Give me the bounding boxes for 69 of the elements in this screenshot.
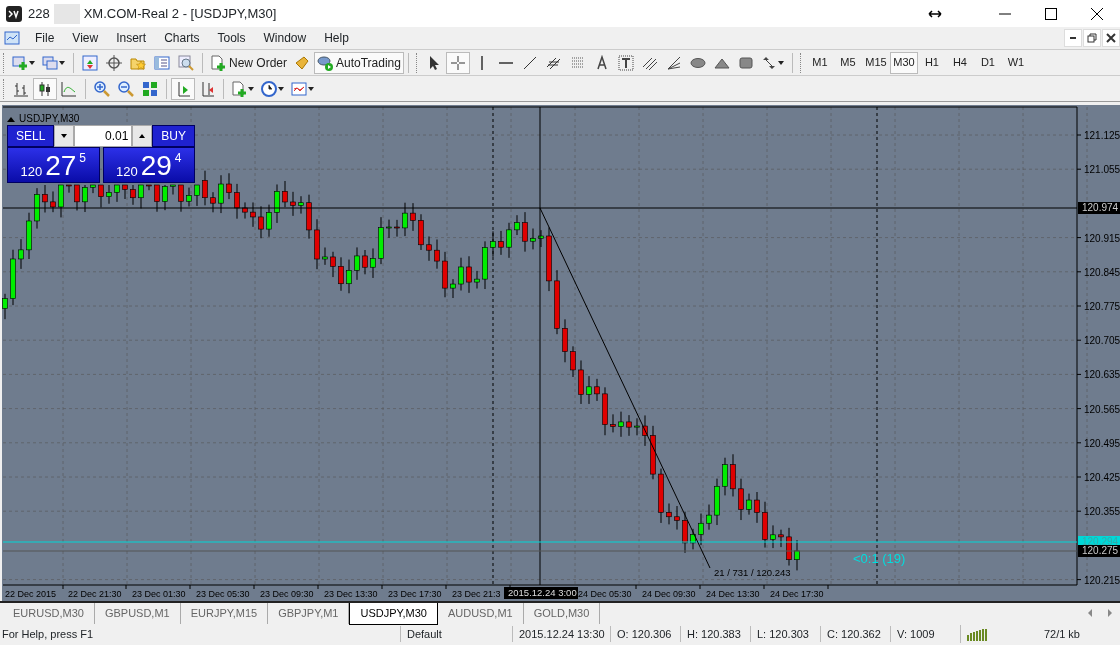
autotrading-button[interactable]: AutoTrading <box>314 51 404 74</box>
time-label: 23 Dec 09:30 <box>260 589 314 599</box>
time-label: 22 Dec 2015 <box>5 589 57 599</box>
bar-time: 2015.12.24 13:30 <box>512 625 610 643</box>
timeframe-button[interactable]: M1 <box>805 51 834 74</box>
time-label: 24 Dec 05:30 <box>578 589 632 599</box>
timeframe-button[interactable]: M30 <box>889 51 918 74</box>
price-point: 4 <box>174 150 182 167</box>
menu-item[interactable]: Tools <box>208 29 255 47</box>
price-big-figure: 120 <box>115 164 138 180</box>
price-label: 121.055 <box>1084 164 1120 176</box>
time-label: 24 Dec 09:30 <box>642 589 696 599</box>
chart-title: USDJPY,M30 <box>19 113 80 124</box>
buy-button[interactable]: BUY <box>152 125 196 147</box>
menu-item[interactable]: File <box>26 29 64 47</box>
price-label: 120.845 <box>1084 266 1120 278</box>
price-big-figure: 120 <box>20 164 43 180</box>
price-label: 120.355 <box>1084 506 1120 518</box>
menu-item[interactable]: Charts <box>155 29 209 47</box>
traffic-text: 72/1 kb <box>1042 626 1080 642</box>
sell-button[interactable]: SELL <box>7 125 55 147</box>
lot-input[interactable]: 0.01 <box>74 125 133 147</box>
price-label: 120.495 <box>1084 437 1120 449</box>
timeframe-button[interactable]: M15 <box>861 51 890 74</box>
menu-item[interactable]: Insert <box>107 29 156 47</box>
time-label: 23 Dec 01:30 <box>132 589 186 599</box>
price-label: 120.775 <box>1084 301 1120 312</box>
price-label: 121.125 <box>1084 130 1120 141</box>
menu-item[interactable]: Window <box>254 29 316 47</box>
low-price: L: 120.303 <box>750 625 820 643</box>
time-label: 23 Dec 13:30 <box>324 589 378 599</box>
price-marker: 120.294 <box>1078 536 1120 548</box>
time-label: 24 Dec 17:30 <box>770 589 824 599</box>
time-label: 22 Dec 21:30 <box>68 589 122 599</box>
open-price: O: 120.306 <box>610 625 680 643</box>
menu-item[interactable]: Help <box>315 29 358 47</box>
price-label: 120.215 <box>1084 574 1120 586</box>
account-number: 228 <box>28 4 50 23</box>
price-label: 120.635 <box>1084 369 1120 381</box>
timeframe-button[interactable]: W1 <box>1001 51 1030 74</box>
close-price: C: 120.362 <box>820 625 890 643</box>
timeframe-button[interactable]: H4 <box>945 51 974 74</box>
chart-tab[interactable]: USDJPY,M30 <box>349 603 438 625</box>
time-label: 23 Dec 05:30 <box>196 589 250 599</box>
price-marker: 120.974 <box>1078 202 1120 214</box>
window-title: XM.COM-Real 2 - [USDJPY,M30] <box>83 4 277 23</box>
price-pips: 29 <box>140 152 172 180</box>
time-label: 23 Dec 17:30 <box>388 589 442 599</box>
timeframe-button[interactable]: M5 <box>833 51 862 74</box>
time-label: 23 Dec 21:3 <box>452 589 501 599</box>
help-text: For Help, press F1 <box>1 626 95 642</box>
high-price: H: 120.383 <box>680 625 750 643</box>
new-order-button[interactable]: New Order <box>207 51 290 74</box>
countdown-label: <0:1 (19) <box>853 551 906 566</box>
price-label: 120.425 <box>1084 472 1120 483</box>
price-label: 120.915 <box>1084 232 1120 244</box>
time-label: 24 Dec 13:30 <box>706 589 760 599</box>
volume: V: 1009 <box>890 625 960 643</box>
menu-item[interactable]: View <box>63 29 108 47</box>
price-label: 120.565 <box>1084 403 1120 415</box>
time-marker: 2015.12.24 3:00 <box>504 587 578 599</box>
price-point: 5 <box>79 150 86 167</box>
profile-name: Default <box>400 625 512 643</box>
measure-label: 21 / 731 / 120.243 <box>714 567 791 578</box>
price-marker: 120.275 <box>1078 545 1120 557</box>
timeframe-button[interactable]: H1 <box>917 51 946 74</box>
price-label: 120.705 <box>1084 335 1120 347</box>
price-pips: 27 <box>45 152 77 180</box>
timeframe-button[interactable]: D1 <box>973 51 1002 74</box>
